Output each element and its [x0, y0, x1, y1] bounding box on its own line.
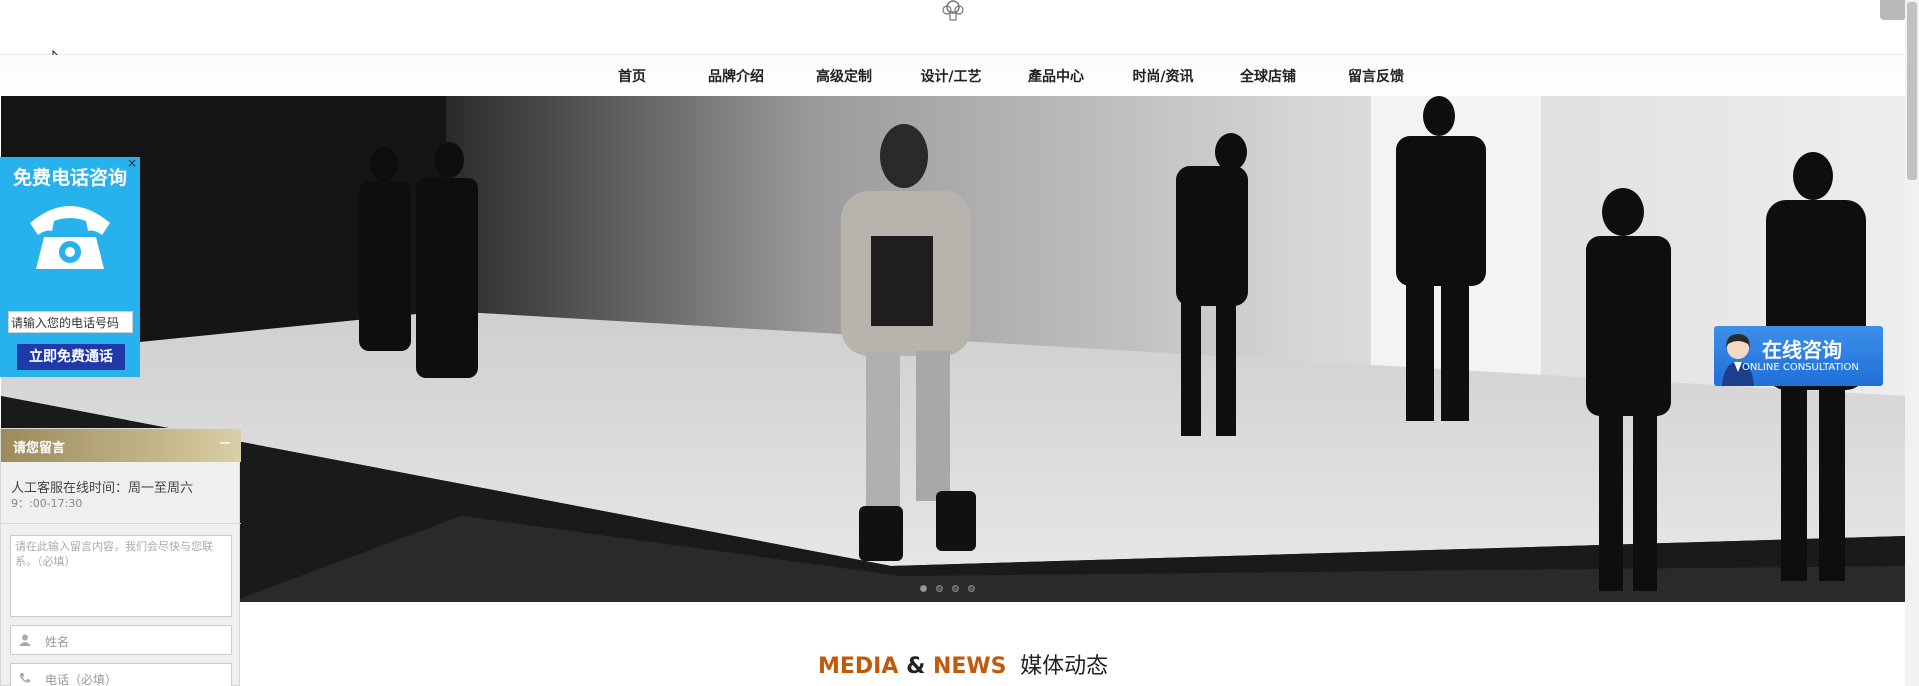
- runway-photo: [1, 96, 1905, 602]
- carousel-dot[interactable]: [952, 585, 959, 592]
- free-call-title: 免费电话咨询: [12, 167, 127, 189]
- user-icon: [19, 634, 31, 646]
- minimize-icon[interactable]: −: [217, 435, 233, 451]
- service-hours-label: 人工客服在线时间：周一至周六: [11, 481, 194, 496]
- heading-media: MEDIA: [818, 654, 899, 679]
- message-widget-header[interactable]: 请您留言 −: [1, 429, 241, 462]
- nav-item-feedback[interactable]: 留言反馈: [1339, 66, 1413, 86]
- nav-item-fashion-news[interactable]: 时尚/资讯: [1123, 66, 1203, 86]
- support-avatar-icon: [1722, 334, 1754, 386]
- scrollbar-thumb[interactable]: [1907, 2, 1917, 180]
- name-placeholder: 姓名: [45, 635, 70, 649]
- carousel-dot[interactable]: [936, 585, 943, 592]
- divider: [1, 523, 241, 524]
- phone-field[interactable]: 电话（必填）: [10, 663, 232, 686]
- phone-small-icon: [20, 673, 30, 683]
- name-field[interactable]: 姓名: [10, 625, 232, 655]
- top-header: [0, 0, 1905, 55]
- service-hours: 9：:00-17:30: [11, 497, 83, 510]
- message-textarea[interactable]: 请在此输入留言内容，我们会尽快与您联系。（必填）: [10, 535, 232, 617]
- free-call-button[interactable]: 立即免费通话: [17, 344, 125, 370]
- page-scrollbar[interactable]: [1905, 0, 1919, 686]
- nav-item-products[interactable]: 產品中心: [1019, 66, 1093, 86]
- leave-message-widget: 请您留言 − 人工客服在线时间：周一至周六 9：:00-17:30 请在此输入留…: [0, 428, 241, 686]
- back-to-top-tab[interactable]: [1880, 0, 1906, 20]
- logo-emblem-icon[interactable]: [938, 0, 968, 22]
- media-news-heading: MEDIA & NEWS 媒体动态: [818, 648, 1108, 680]
- phone-placeholder: 电话（必填）: [45, 673, 118, 686]
- close-icon[interactable]: ×: [126, 157, 138, 169]
- heading-news: NEWS: [932, 654, 1007, 679]
- carousel-dot[interactable]: [920, 585, 927, 592]
- nav-list: 首页 品牌介绍 高级定制 设计/工艺 產品中心 时尚/资讯 全球店铺 留言反馈: [595, 55, 1413, 96]
- heading-amp: &: [906, 654, 926, 679]
- consult-subtitle: ONLINE CONSULTATION: [1742, 362, 1859, 373]
- nav-item-brand[interactable]: 品牌介绍: [699, 66, 773, 86]
- nav-item-home[interactable]: 首页: [595, 66, 669, 86]
- phone-icon: [30, 206, 110, 269]
- nav-item-design[interactable]: 设计/工艺: [911, 66, 991, 86]
- carousel-dot[interactable]: [968, 585, 975, 592]
- phone-number-input[interactable]: 请输入您的电话号码: [8, 311, 133, 333]
- message-widget-title: 请您留言: [13, 441, 66, 456]
- carousel-dots: [920, 585, 975, 592]
- hero-banner[interactable]: [1, 96, 1905, 602]
- heading-cn: 媒体动态: [1020, 654, 1109, 679]
- page: 首页 品牌介绍 高级定制 设计/工艺 產品中心 时尚/资讯 全球店铺 留言反馈: [0, 0, 1919, 686]
- nav-item-couture[interactable]: 高级定制: [807, 66, 881, 86]
- main-nav: 首页 品牌介绍 高级定制 设计/工艺 產品中心 时尚/资讯 全球店铺 留言反馈: [0, 55, 1905, 96]
- consult-title: 在线咨询: [1762, 338, 1842, 362]
- online-consultation-button[interactable]: 在线咨询 ONLINE CONSULTATION: [1714, 326, 1883, 386]
- nav-item-stores[interactable]: 全球店铺: [1231, 66, 1305, 86]
